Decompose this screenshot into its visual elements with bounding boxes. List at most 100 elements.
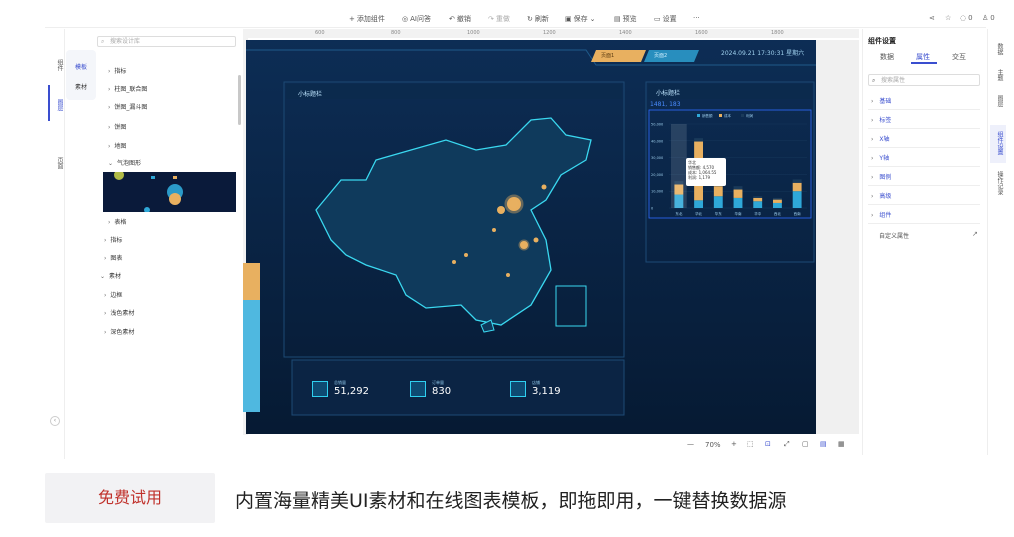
bar-segment[interactable] <box>753 197 763 202</box>
grid-icon[interactable]: ▦ <box>838 440 845 448</box>
add-component-button[interactable]: + 添加组件 <box>349 14 385 24</box>
bar-segment[interactable] <box>694 138 704 142</box>
undo-button[interactable]: ↶ 撤销 <box>449 14 471 24</box>
top-toolbar: + 添加组件 ◎ AI问答 ↶ 撤销 ↷ 重做 ↻ 刷新 ▣ 保存 ⌄ ▤ 预览 ▭ 设置 ···… <box>45 10 995 28</box>
tab-properties[interactable]: 属性 <box>916 52 930 62</box>
bubble-chart-thumbnail[interactable] <box>103 170 236 213</box>
like-button[interactable]: ♙ 0 <box>982 14 995 22</box>
frame-icon[interactable]: ▢ <box>802 440 809 448</box>
settings-button[interactable]: ▭ 设置 <box>654 14 677 24</box>
tab-interaction[interactable]: 交互 <box>952 52 966 62</box>
star-icon[interactable]: ☆ <box>945 14 951 22</box>
map-bubble[interactable] <box>518 239 530 251</box>
tree-scrollbar[interactable] <box>238 75 241 125</box>
map-bubble[interactable] <box>541 184 547 190</box>
bar-chart[interactable]: 销售额 成本 利润 50,000 40,000 30,000 20,000 10,000 0 东北… <box>649 112 811 218</box>
tab-materials[interactable]: 素材 <box>66 82 96 91</box>
cursor-highlight <box>114 170 124 180</box>
bar-segment[interactable] <box>753 196 763 198</box>
external-link-icon[interactable]: ↗ <box>972 230 978 238</box>
tree-node[interactable]: › 饼图 <box>108 122 126 131</box>
zoom-in-icon[interactable]: + <box>731 440 737 448</box>
map-bubble[interactable] <box>504 194 524 214</box>
property-group-item[interactable]: › 高级 <box>871 191 891 200</box>
page-tab-2[interactable] <box>644 50 699 62</box>
map-bubble[interactable] <box>506 273 510 277</box>
dashboard-canvas[interactable]: 页面1 页面2 2024.09.21 17:30:31 星期六 小标题栏 小标题… <box>246 40 816 434</box>
tree-node[interactable]: › 柱图_联合图 <box>108 84 147 93</box>
bar-segment[interactable] <box>792 182 802 192</box>
kpi-card-sales[interactable]: 总销量 51,292 <box>312 380 369 397</box>
tree-node[interactable]: › 表格 <box>108 217 126 226</box>
share-icon[interactable]: ⋖ <box>929 14 935 22</box>
tree-node[interactable]: › 浅色素材 <box>104 308 134 317</box>
tree-node[interactable]: › 地图 <box>108 141 126 150</box>
map-bubble[interactable] <box>492 228 496 232</box>
map-bubble[interactable] <box>497 206 505 214</box>
bar-segment[interactable] <box>772 199 782 203</box>
tree-node[interactable]: ⌄ 素材 <box>100 271 121 280</box>
tab-templates[interactable]: 模板 <box>66 62 96 71</box>
property-group-item[interactable]: › 标签 <box>871 115 891 124</box>
zoom-out-icon[interactable]: — <box>687 440 694 448</box>
fit-icon[interactable]: ⬚ <box>747 440 754 448</box>
rrail-item-history[interactable]: 操作记录 <box>992 171 1004 195</box>
property-group-item[interactable]: › 基础 <box>871 96 891 105</box>
bar-segment[interactable] <box>733 189 743 198</box>
zoom-level[interactable]: 70% <box>705 441 721 449</box>
page-tab-1[interactable] <box>591 50 646 62</box>
rail-item-components[interactable]: 组件 <box>47 59 63 71</box>
tree-node[interactable]: › 指标 <box>108 66 126 75</box>
property-group-item[interactable]: › X轴 <box>871 134 890 143</box>
legend-swatch <box>151 176 155 179</box>
rrail-item-layers[interactable]: 图层 <box>992 95 1004 107</box>
free-trial-button[interactable]: 免费试用 <box>45 473 215 523</box>
fullscreen-icon[interactable]: ⤢ <box>784 440 790 449</box>
save-button[interactable]: ▣ 保存 ⌄ <box>565 14 596 24</box>
bar-segment[interactable] <box>772 202 782 208</box>
ai-qa-button[interactable]: ◎ AI问答 <box>402 14 431 24</box>
tree-node[interactable]: › 深色素材 <box>104 327 134 336</box>
tree-node[interactable]: › 图表 <box>104 253 122 262</box>
kpi-card-orders[interactable]: 订单量 830 <box>410 380 451 397</box>
map-bubble[interactable] <box>464 253 468 257</box>
collapse-icon[interactable]: ‹ <box>50 416 60 426</box>
bar-segment[interactable] <box>733 197 743 208</box>
custom-attributes-label[interactable]: 自定义属性 <box>879 231 909 240</box>
rrail-item-component-settings[interactable]: 组件设置 <box>992 131 1004 155</box>
property-search-input[interactable]: ⌕ 搜索属性 <box>868 74 980 86</box>
redo-button[interactable]: ↷ 重做 <box>488 14 510 24</box>
bar-segment[interactable] <box>713 186 723 197</box>
property-group-item[interactable]: › 组件 <box>871 210 891 219</box>
preview-button[interactable]: ▤ 预览 <box>614 14 637 24</box>
library-search-input[interactable]: ⌕ 搜索设计库 <box>97 36 236 47</box>
property-group-item[interactable]: › Y轴 <box>871 153 889 162</box>
property-group-item[interactable]: › 图例 <box>871 172 891 181</box>
map-bubble[interactable] <box>452 260 456 264</box>
layout-icon[interactable]: ▤ <box>820 440 827 448</box>
more-button[interactable]: ··· <box>693 14 700 22</box>
fit-screen-icon[interactable]: ⊡ <box>765 440 771 448</box>
tree-node[interactable]: ⌄ 气泡图形 <box>108 158 141 167</box>
tree-node[interactable]: › 指标 <box>104 235 122 244</box>
tree-node[interactable]: › 饼图_漏斗图 <box>108 102 147 111</box>
bar-segment[interactable] <box>694 200 704 208</box>
refresh-button[interactable]: ↻ 刷新 <box>527 14 549 24</box>
chevron-right-icon: › <box>108 86 111 93</box>
bar-segment[interactable] <box>733 186 743 190</box>
kpi-card-stores[interactable]: 店铺 3,119 <box>510 380 561 397</box>
rail-item-layers[interactable]: 图层 <box>47 99 63 111</box>
tree-node[interactable]: › 边框 <box>104 290 122 299</box>
tab-data[interactable]: 数据 <box>880 52 894 62</box>
bar-segment[interactable] <box>753 201 763 208</box>
bar-segment[interactable] <box>713 196 723 208</box>
rail-item-pages[interactable]: 页面 <box>47 157 63 169</box>
component-settings-panel: 组件设置 数据 属性 交互 ⌕ 搜索属性 › 基础 › 标签 › X轴 › Y轴 › 图例 › 高级 › 组… <box>862 29 986 455</box>
bar-segment[interactable] <box>772 197 782 200</box>
bar-segment[interactable] <box>792 179 802 183</box>
rrail-item-data[interactable]: 数据 <box>992 43 1004 55</box>
comment-button[interactable]: ◌ 0 <box>960 14 973 22</box>
map-bubble[interactable] <box>533 237 539 243</box>
bar-segment[interactable] <box>792 191 802 208</box>
rrail-item-theme[interactable]: 主题 <box>992 69 1004 81</box>
